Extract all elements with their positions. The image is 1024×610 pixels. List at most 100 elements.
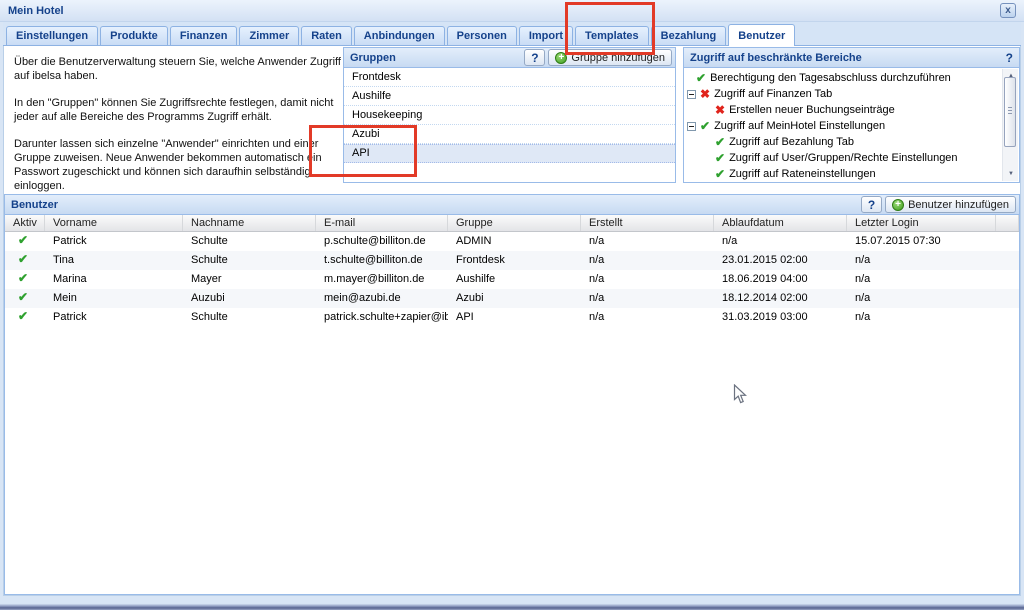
tab-produkte[interactable]: Produkte bbox=[100, 26, 168, 45]
tab-zimmer[interactable]: Zimmer bbox=[239, 26, 299, 45]
collapse-minus-icon[interactable] bbox=[687, 122, 696, 131]
collapse-minus-icon[interactable] bbox=[687, 90, 696, 99]
tree-item-label: Zugriff auf Rateneinstellungen bbox=[729, 168, 876, 180]
tree-item-label: Zugriff auf User/Gruppen/Rechte Einstell… bbox=[729, 152, 957, 164]
column-header-email[interactable]: E-mail bbox=[316, 215, 448, 231]
tab-templates[interactable]: Templates bbox=[575, 26, 649, 45]
granted-check-icon: ✔ bbox=[696, 72, 706, 84]
tree-item-rateneinstellungen[interactable]: ✔ Zugriff auf Rateneinstellungen bbox=[684, 166, 1019, 182]
cell-email: m.mayer@billiton.de bbox=[316, 270, 448, 289]
groups-panel-title: Gruppen bbox=[350, 52, 521, 64]
cell-gruppe: Frontdesk bbox=[448, 251, 581, 270]
plus-icon: + bbox=[892, 199, 904, 211]
user-row[interactable]: ✔ Patrick Schulte patrick.schulte+zapier… bbox=[5, 308, 1019, 327]
add-group-label: Gruppe hinzufügen bbox=[571, 52, 665, 64]
tab-einstellungen[interactable]: Einstellungen bbox=[6, 26, 98, 45]
intro-text: Über die Benutzerverwaltung steuern Sie,… bbox=[14, 55, 344, 206]
cell-erstellt: n/a bbox=[581, 289, 714, 308]
tree-item-finanzen-tab[interactable]: ✖ Zugriff auf Finanzen Tab bbox=[684, 86, 1019, 102]
tree-item-bezahlung-tab[interactable]: ✔ Zugriff auf Bezahlung Tab bbox=[684, 134, 1019, 150]
tab-raten[interactable]: Raten bbox=[301, 26, 352, 45]
column-header-erstellt[interactable]: Erstellt bbox=[581, 215, 714, 231]
plus-icon: + bbox=[555, 52, 567, 64]
denied-cross-icon: ✖ bbox=[700, 88, 710, 100]
scrollbar-thumb[interactable] bbox=[1004, 77, 1016, 147]
cell-nachname: Schulte bbox=[183, 308, 316, 327]
tree-item-user-gruppen-rechte[interactable]: ✔ Zugriff auf User/Gruppen/Rechte Einste… bbox=[684, 150, 1019, 166]
access-scrollbar[interactable]: ▲ ▼ bbox=[1002, 69, 1018, 181]
user-row[interactable]: ✔ Mein Auzubi mein@azubi.de Azubi n/a 18… bbox=[5, 289, 1019, 308]
active-check-icon: ✔ bbox=[18, 233, 28, 247]
cell-letzter-login: n/a bbox=[847, 308, 996, 327]
tab-personen[interactable]: Personen bbox=[447, 26, 517, 45]
add-group-button[interactable]: + Gruppe hinzufügen bbox=[548, 49, 672, 66]
column-header-vorname[interactable]: Vorname bbox=[45, 215, 183, 231]
cell-ablaufdatum: 18.12.2014 02:00 bbox=[714, 289, 847, 308]
intro-paragraph: In den "Gruppen" können Sie Zugriffsrech… bbox=[14, 96, 344, 124]
window-titlebar: Mein Hotel x bbox=[0, 0, 1024, 22]
tab-finanzen[interactable]: Finanzen bbox=[170, 26, 238, 45]
denied-cross-icon: ✖ bbox=[715, 104, 725, 116]
tree-item-buchungseintraege[interactable]: ✖ Erstellen neuer Buchungseinträge bbox=[684, 102, 1019, 118]
cell-gruppe: Aushilfe bbox=[448, 270, 581, 289]
cell-ablaufdatum: 18.06.2019 04:00 bbox=[714, 270, 847, 289]
intro-paragraph: Über die Benutzerverwaltung steuern Sie,… bbox=[14, 55, 344, 83]
user-row[interactable]: ✔ Marina Mayer m.mayer@billiton.de Aushi… bbox=[5, 270, 1019, 289]
cell-email: p.schulte@billiton.de bbox=[316, 232, 448, 251]
tab-benutzer[interactable]: Benutzer bbox=[728, 24, 795, 46]
cell-vorname: Tina bbox=[45, 251, 183, 270]
tree-item-tagesabschluss[interactable]: ✔ Berechtigung den Tagesabschluss durchz… bbox=[684, 70, 1019, 86]
add-user-button[interactable]: + Benutzer hinzufügen bbox=[885, 196, 1016, 213]
column-header-letzter-login[interactable]: Letzter Login bbox=[847, 215, 996, 231]
users-panel-title: Benutzer bbox=[11, 199, 858, 211]
group-item-api[interactable]: API bbox=[344, 144, 675, 163]
tree-item-label: Berechtigung den Tagesabschluss durchzuf… bbox=[710, 72, 951, 84]
tab-bezahlung[interactable]: Bezahlung bbox=[651, 26, 727, 45]
users-help-button[interactable]: ? bbox=[861, 196, 882, 213]
granted-check-icon: ✔ bbox=[715, 136, 725, 148]
cell-email: patrick.schulte+zapier@ibelsa.c... bbox=[316, 308, 448, 327]
cell-vorname: Patrick bbox=[45, 308, 183, 327]
user-row[interactable]: ✔ Patrick Schulte p.schulte@billiton.de … bbox=[5, 232, 1019, 251]
tree-item-label: Zugriff auf MeinHotel Einstellungen bbox=[714, 120, 885, 132]
cell-vorname: Patrick bbox=[45, 232, 183, 251]
cell-ablaufdatum: n/a bbox=[714, 232, 847, 251]
groups-panel: Gruppen ? + Gruppe hinzufügen Frontdesk … bbox=[343, 47, 676, 183]
scroll-down-icon[interactable]: ▼ bbox=[1003, 167, 1019, 181]
window-title: Mein Hotel bbox=[8, 5, 1000, 17]
cell-erstellt: n/a bbox=[581, 232, 714, 251]
cell-ablaufdatum: 31.03.2019 03:00 bbox=[714, 308, 847, 327]
group-item-frontdesk[interactable]: Frontdesk bbox=[344, 68, 675, 87]
user-row[interactable]: ✔ Tina Schulte t.schulte@billiton.de Fro… bbox=[5, 251, 1019, 270]
groups-help-button[interactable]: ? bbox=[524, 49, 545, 66]
cell-letzter-login: 15.07.2015 07:30 bbox=[847, 232, 996, 251]
cell-gruppe: ADMIN bbox=[448, 232, 581, 251]
tab-import[interactable]: Import bbox=[519, 26, 573, 45]
users-panel-header: Benutzer ? + Benutzer hinzufügen bbox=[5, 195, 1019, 215]
column-header-gruppe[interactable]: Gruppe bbox=[448, 215, 581, 231]
tree-item-label: Zugriff auf Finanzen Tab bbox=[714, 88, 832, 100]
group-item-aushilfe[interactable]: Aushilfe bbox=[344, 87, 675, 106]
active-check-icon: ✔ bbox=[18, 271, 28, 285]
cell-ablaufdatum: 23.01.2015 02:00 bbox=[714, 251, 847, 270]
tab-panel-body: Über die Benutzerverwaltung steuern Sie,… bbox=[3, 46, 1021, 596]
column-header-aktiv[interactable]: Aktiv bbox=[5, 215, 45, 231]
tree-item-label: Zugriff auf Bezahlung Tab bbox=[729, 136, 854, 148]
users-grid-header: Aktiv Vorname Nachname E-mail Gruppe Ers… bbox=[5, 215, 1019, 232]
access-help-button[interactable]: ? bbox=[1006, 51, 1016, 65]
group-item-housekeeping[interactable]: Housekeeping bbox=[344, 106, 675, 125]
cell-email: mein@azubi.de bbox=[316, 289, 448, 308]
tab-anbindungen[interactable]: Anbindungen bbox=[354, 26, 445, 45]
cell-letzter-login: n/a bbox=[847, 289, 996, 308]
cell-email: t.schulte@billiton.de bbox=[316, 251, 448, 270]
group-item-azubi[interactable]: Azubi bbox=[344, 125, 675, 144]
cell-vorname: Marina bbox=[45, 270, 183, 289]
tree-item-meinhotel-einstellungen[interactable]: ✔ Zugriff auf MeinHotel Einstellungen bbox=[684, 118, 1019, 134]
close-icon[interactable]: x bbox=[1000, 3, 1016, 18]
column-header-spacer bbox=[996, 215, 1019, 231]
column-header-ablaufdatum[interactable]: Ablaufdatum bbox=[714, 215, 847, 231]
column-header-nachname[interactable]: Nachname bbox=[183, 215, 316, 231]
cell-nachname: Schulte bbox=[183, 251, 316, 270]
access-rights-panel: Zugriff auf beschränkte Bereiche ? ✔ Ber… bbox=[683, 47, 1020, 183]
active-check-icon: ✔ bbox=[18, 309, 28, 323]
